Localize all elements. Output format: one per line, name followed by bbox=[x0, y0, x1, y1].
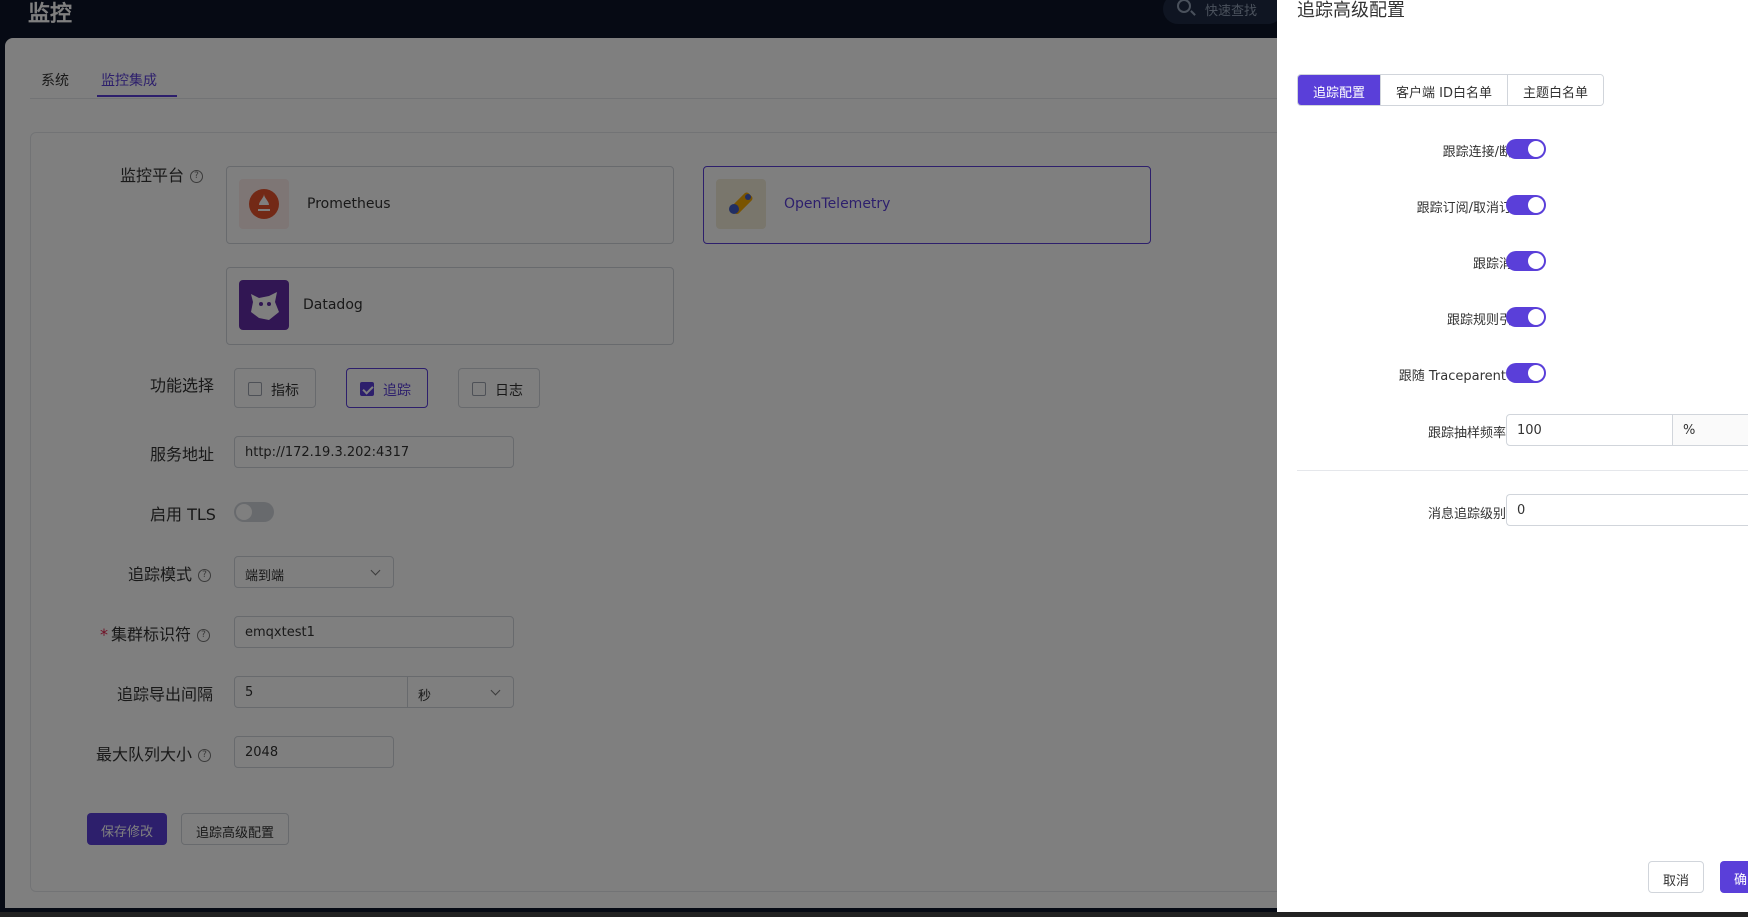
trace-subscribe-toggle[interactable] bbox=[1506, 195, 1546, 215]
trace-rule-engine-toggle[interactable] bbox=[1506, 307, 1546, 327]
trace-message-toggle[interactable] bbox=[1506, 251, 1546, 271]
bottom-strip bbox=[0, 912, 1748, 917]
modal-overlay[interactable] bbox=[0, 0, 1277, 917]
tab-trace-config[interactable]: 追踪配置 bbox=[1298, 75, 1381, 105]
sample-rate-input[interactable]: 100 bbox=[1506, 414, 1673, 446]
drawer-title: 追踪高级配置 bbox=[1297, 0, 1405, 21]
drawer-tabs: 追踪配置 客户端 ID白名单 主题白名单 bbox=[1297, 74, 1605, 106]
drawer-divider bbox=[1297, 470, 1748, 471]
confirm-button[interactable]: 确 bbox=[1720, 861, 1748, 893]
msg-trace-level-input[interactable]: 0 bbox=[1506, 494, 1748, 526]
tab-client-id-whitelist[interactable]: 客户端 ID白名单 bbox=[1380, 75, 1507, 105]
follow-traceparent-toggle[interactable] bbox=[1506, 363, 1546, 383]
sample-rate-unit: % bbox=[1672, 414, 1748, 446]
advanced-config-drawer: 追踪高级配置 追踪配置 客户端 ID白名单 主题白名单 跟踪连接/断开 跟踪订阅… bbox=[1277, 0, 1748, 917]
tab-topic-whitelist[interactable]: 主题白名单 bbox=[1507, 75, 1604, 105]
trace-connect-toggle[interactable] bbox=[1506, 139, 1546, 159]
cancel-button[interactable]: 取消 bbox=[1648, 861, 1705, 893]
